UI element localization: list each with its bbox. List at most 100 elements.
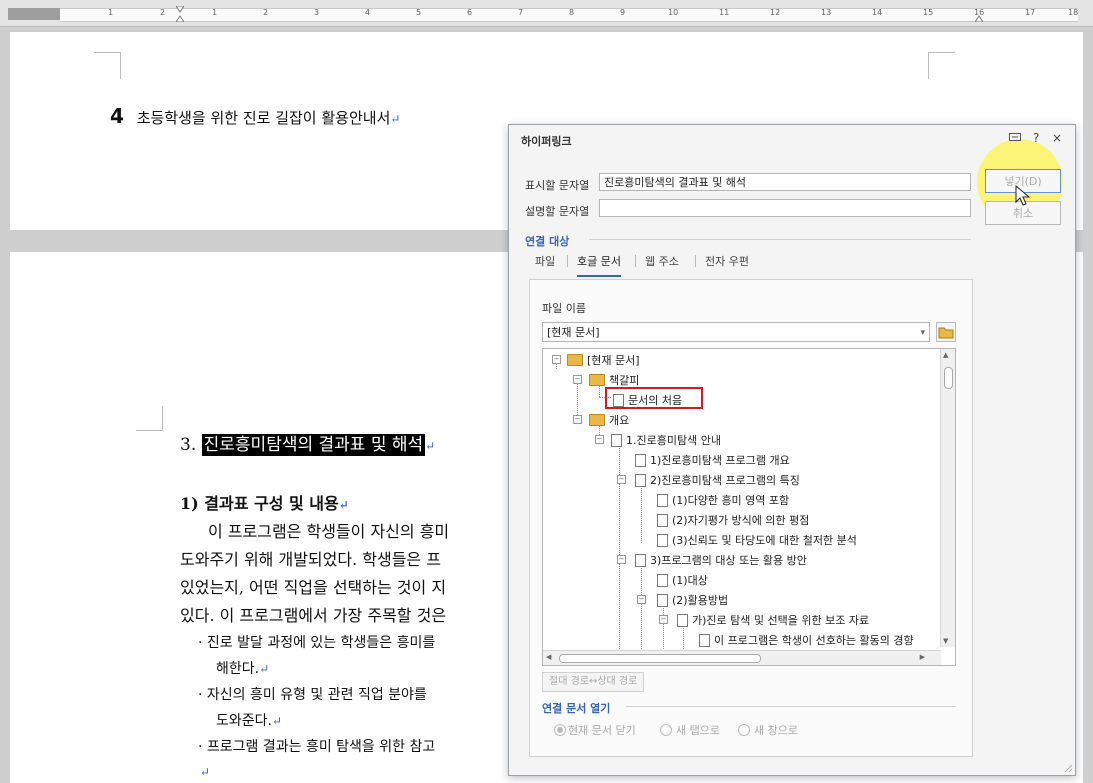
tree-collapse-icon[interactable]: − xyxy=(573,415,582,424)
tab-email[interactable]: 전자 우편 xyxy=(705,253,749,269)
resize-grip-icon[interactable] xyxy=(1063,763,1073,773)
tab-web-address[interactable]: 웹 주소 xyxy=(645,253,679,269)
scrollbar-thumb[interactable] xyxy=(559,654,761,663)
ruler-number: 17 xyxy=(1025,8,1036,17)
tree-vertical-scrollbar[interactable]: ▲ ▼ xyxy=(940,349,955,647)
document-tree[interactable]: − [현재 문서] − 책갈피 문서의 처음 − 개요 − 1.진로흥미탐색 안… xyxy=(542,348,956,666)
tree-node-outline-item[interactable]: (2)활용방법 xyxy=(657,592,728,608)
tree-node-outline-item[interactable]: (2)자기평가 방식에 의한 평점 xyxy=(657,512,809,528)
open-folder-icon[interactable] xyxy=(936,322,956,342)
tree-node-outline-item[interactable]: 이 프로그램은 학생이 선호하는 활동의 경향 xyxy=(699,632,914,648)
ruler-number: 12 xyxy=(770,8,781,17)
tree-node-outline-item[interactable]: (1)다양한 흥미 영역 포함 xyxy=(657,492,789,508)
display-text-input[interactable]: 진로흥미탐색의 결과표 및 해석 xyxy=(599,173,971,191)
tree-node-outline-item[interactable]: 1)진로흥미탐색 프로그램 개요 xyxy=(635,452,790,468)
close-button[interactable]: × xyxy=(1052,131,1062,145)
page-corner-mark xyxy=(94,52,121,79)
bullet-line: · 프로그램 결과는 흥미 탐색을 위한 참고 xyxy=(198,739,436,755)
body-line: 있었는지, 어떤 직업을 선택하는 것이 지 xyxy=(180,578,447,597)
paragraph-mark: ↵ xyxy=(200,765,211,779)
scrollbar-thumb[interactable] xyxy=(944,367,953,389)
tree-collapse-icon[interactable]: − xyxy=(573,375,582,384)
tree-collapse-icon[interactable]: − xyxy=(637,595,646,604)
selection-highlight-box xyxy=(605,387,703,409)
radio-new-window[interactable] xyxy=(738,724,750,736)
tree-horizontal-scrollbar[interactable]: ◀ ▶ xyxy=(543,650,941,665)
tab-separator xyxy=(695,255,696,267)
ruler-number: 4 xyxy=(365,8,371,17)
ruler-number: 1 xyxy=(212,8,218,17)
radio-close-current[interactable] xyxy=(554,724,566,736)
radio-label: 현재 문서 닫기 xyxy=(568,724,636,737)
document-icon xyxy=(657,493,668,507)
ruler-number: 18 xyxy=(1068,8,1079,17)
tree-node-current-doc[interactable]: [현재 문서] xyxy=(567,352,640,368)
ruler-number: 9 xyxy=(620,8,626,17)
section-heading: 3. 진로흥미탐색의 결과표 및 해석 ↵ xyxy=(180,434,436,456)
radio-label: 새 탭으로 xyxy=(676,724,720,737)
scroll-down-icon[interactable]: ▼ xyxy=(943,637,948,645)
ruler-number: 14 xyxy=(872,8,883,17)
ruler-margin-left xyxy=(8,8,60,20)
tab-file[interactable]: 파일 xyxy=(535,253,555,269)
tree-collapse-icon[interactable]: − xyxy=(617,475,626,484)
ruler[interactable]: 1 2 1 2 3 4 5 6 7 8 9 10 11 12 13 14 15 … xyxy=(0,0,1093,27)
ruler-number: 8 xyxy=(569,8,575,17)
sub-heading: 1) 결과표 구성 및 내용↵ xyxy=(180,494,349,513)
path-toggle-button[interactable]: 절대 경로↔상대 경로 xyxy=(542,672,645,692)
body-line: 이 프로그램은 학생들이 자신의 흥미 xyxy=(208,522,450,541)
ruler-number: 5 xyxy=(416,8,422,17)
ruler-number: 2 xyxy=(263,8,269,17)
tree-collapse-icon[interactable]: − xyxy=(659,615,668,624)
folder-open-icon xyxy=(589,414,605,426)
document-icon xyxy=(657,573,668,587)
tree-node-outline-item[interactable]: 1.진로흥미탐색 안내 xyxy=(611,432,721,448)
scroll-up-icon[interactable]: ▲ xyxy=(943,351,948,359)
description-label: 설명할 문자열 xyxy=(525,205,590,218)
file-name-select[interactable]: [현재 문서] ▾ xyxy=(542,322,930,342)
ruler-number: 13 xyxy=(821,8,832,17)
separator xyxy=(626,706,956,707)
tree-node-outline-item[interactable]: (1)대상 xyxy=(657,572,708,588)
scroll-right-icon[interactable]: ▶ xyxy=(920,653,925,661)
ruler-number: 7 xyxy=(518,8,524,17)
comment-icon[interactable] xyxy=(1009,133,1021,143)
tree-node-outline-item[interactable]: 2)진로흥미탐색 프로그램의 특징 xyxy=(635,472,800,488)
document-icon xyxy=(611,433,622,447)
tree-node-outline-item[interactable]: 가)진로 탐색 및 선택을 위한 보조 자료 xyxy=(677,612,869,628)
right-indent-handle-icon[interactable] xyxy=(975,6,983,22)
tree-line xyxy=(663,603,664,653)
bullet-line: · 자신의 흥미 유형 및 관련 직업 분야를 xyxy=(198,687,427,703)
tree-node-bookmarks[interactable]: 책갈피 xyxy=(589,372,639,388)
ruler-number: 15 xyxy=(923,8,934,17)
help-button[interactable]: ? xyxy=(1033,131,1039,145)
document-icon xyxy=(699,633,710,647)
scroll-left-icon[interactable]: ◀ xyxy=(546,653,551,661)
description-input[interactable] xyxy=(599,199,971,217)
bullet-line: · 진로 발달 과정에 있는 학생들은 흥미를 xyxy=(198,635,436,651)
hyperlink-dialog[interactable]: 하이퍼링크 ? × 표시할 문자열 진로흥미탐색의 결과표 및 해석 설명할 문… xyxy=(508,124,1076,776)
tab-separator xyxy=(567,255,568,267)
selected-text: 진로흥미탐색의 결과표 및 해석 xyxy=(201,434,426,456)
ruler-number: 11 xyxy=(719,8,730,17)
ruler-number: 3 xyxy=(314,8,320,17)
document-icon xyxy=(635,553,646,567)
tree-collapse-icon[interactable]: − xyxy=(617,555,626,564)
tree-node-outline[interactable]: 개요 xyxy=(589,412,629,428)
radio-new-tab[interactable] xyxy=(660,724,672,736)
tree-node-outline-item[interactable]: 3)프로그램의 대상 또는 활용 방안 xyxy=(635,552,807,568)
document-icon xyxy=(657,513,668,527)
indent-handle-icon[interactable] xyxy=(176,6,184,22)
dialog-title: 하이퍼링크 xyxy=(521,135,572,148)
tree-collapse-icon[interactable]: − xyxy=(595,435,604,444)
ruler-number: 6 xyxy=(467,8,473,17)
tree-node-outline-item[interactable]: (3)신뢰도 및 타당도에 대한 철저한 분석 xyxy=(657,532,857,548)
folder-open-icon xyxy=(589,374,605,386)
tab-separator xyxy=(635,255,636,267)
separator xyxy=(589,239,971,240)
tree-line xyxy=(641,563,642,653)
tree-collapse-icon[interactable]: − xyxy=(552,355,561,364)
tab-hwp-document[interactable]: 호글 문서 xyxy=(577,253,621,277)
document-icon xyxy=(635,473,646,487)
document-icon xyxy=(657,593,668,607)
